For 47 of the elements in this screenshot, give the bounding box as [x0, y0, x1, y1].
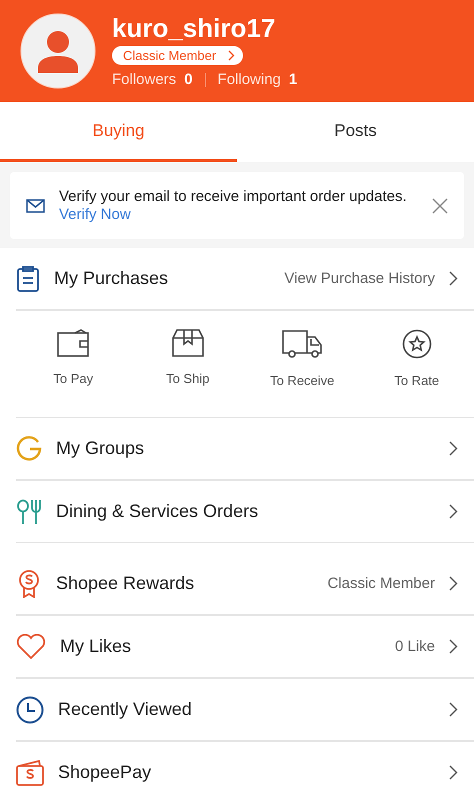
row-value: 0 Like: [394, 638, 435, 655]
verify-link[interactable]: Verify Now: [59, 206, 131, 222]
row-label: Shopee Rewards: [56, 573, 196, 594]
status-button[interactable]: To Ship: [130, 311, 245, 417]
row-label: My Purchases: [54, 268, 170, 289]
chevron-icon: [449, 702, 458, 717]
clock-icon: [16, 696, 44, 724]
row-label: My Likes: [60, 636, 132, 657]
row-label: Recently Viewed: [58, 699, 193, 720]
close-icon[interactable]: [432, 198, 448, 214]
fork-spoon-icon: [16, 498, 42, 524]
g-icon: [16, 436, 42, 462]
mail-icon: [26, 198, 45, 212]
chevron-icon: [449, 441, 458, 456]
chevron-icon: [449, 639, 458, 654]
chevron-icon: [449, 576, 458, 591]
row-label: My Groups: [56, 438, 146, 459]
row-value: View Purchase History: [284, 270, 435, 287]
menu-row[interactable]: Shopee Rewards Classic Member: [16, 553, 474, 615]
membership-badge[interactable]: Classic Member: [112, 46, 244, 65]
row-label: Dining & Services Orders: [56, 501, 260, 522]
medal-icon: [16, 570, 42, 598]
menu-row[interactable]: My Likes 0 Like: [16, 616, 474, 678]
purchases-row[interactable]: My Purchases View Purchase History: [16, 248, 474, 310]
notice-text: Verify your email to receive important order updates. Verify Now: [59, 188, 408, 224]
row-value: Classic Member: [327, 575, 435, 592]
chevron-icon: [449, 765, 458, 780]
row-label: ShopeePay: [58, 762, 152, 783]
stat-link[interactable]: Following 1: [218, 71, 298, 88]
clipboard-icon: [16, 266, 40, 292]
wallet-icon: [57, 329, 90, 357]
status-button[interactable]: To Receive: [245, 311, 360, 417]
stat-link[interactable]: Followers 0: [112, 71, 193, 88]
truck-icon: [281, 329, 324, 359]
status-button[interactable]: To Rate: [360, 311, 474, 417]
username: kuro_shiro17: [112, 14, 276, 42]
avatar[interactable]: [20, 13, 96, 89]
menu-row[interactable]: Recently Viewed: [16, 679, 474, 741]
status-button[interactable]: To Pay: [16, 311, 130, 417]
menu-row[interactable]: My Groups: [16, 418, 474, 480]
chevron-icon: [449, 271, 458, 286]
wallet-icon: [16, 760, 44, 786]
chevron-icon: [449, 504, 458, 519]
heart-icon: [16, 634, 46, 660]
box-icon: [172, 329, 204, 357]
menu-row[interactable]: ShopeePay: [16, 742, 474, 790]
menu-row[interactable]: Dining & Services Orders: [16, 481, 474, 543]
